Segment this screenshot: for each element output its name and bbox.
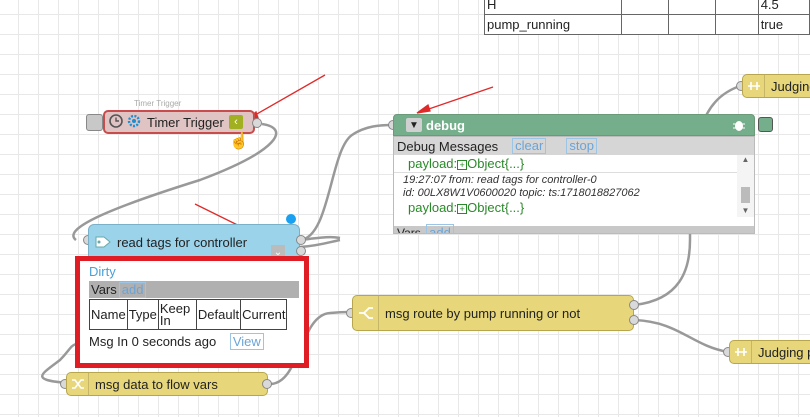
chevron-down-icon[interactable]: ▼ [406, 118, 422, 132]
add-var-button[interactable]: add [118, 281, 147, 298]
msg-route-label: msg route by pump running or not [385, 305, 581, 321]
expand-icon[interactable]: + [457, 204, 468, 214]
read-tags-node[interactable]: read tags for controller ⌄ [88, 224, 300, 260]
route-output-port-2[interactable] [629, 315, 639, 325]
node-state-panel: Dirty Vars add Name Type Keep In Default… [89, 264, 299, 361]
dirty-label: Dirty [89, 264, 116, 279]
timer-node-label: Timer Trigger [147, 114, 224, 130]
vars-header: Vars add [89, 281, 299, 298]
bug-icon [732, 118, 746, 135]
table-row: pump_running true [483, 14, 810, 35]
object-expander[interactable]: Object{...} [467, 156, 524, 171]
debug-panel-header: Debug Messages clear stop [394, 137, 754, 155]
debug-panel-title: Debug Messages [397, 138, 499, 154]
tag-icon [95, 236, 111, 251]
judging-top-label: Judging [771, 78, 810, 94]
msg-data-label: msg data to flow vars [95, 376, 218, 392]
status-line: Msg In 0 seconds ago View [89, 333, 299, 350]
msg-data-node[interactable]: msg data to flow vars [66, 372, 268, 396]
timer-inject-button[interactable] [86, 114, 103, 131]
read-output-port[interactable] [296, 235, 306, 245]
debug-toggle-button[interactable] [758, 117, 773, 132]
annotation-arrow-timer [247, 74, 326, 120]
table-header-row: Name Type Keep In Default Current [89, 299, 288, 330]
debug-node-label: debug [426, 117, 465, 133]
debug-node[interactable]: ▼ debug [393, 114, 755, 136]
node-state-panel-highlight: Dirty Vars add Name Type Keep In Default… [75, 256, 309, 368]
chevron-left-icon[interactable]: ‹ [229, 115, 243, 129]
shuffle-icon [67, 373, 89, 395]
timer-node-caption: Timer Trigger [134, 99, 182, 108]
scroll-up-icon[interactable]: ▲ [737, 155, 754, 164]
variables-table: H 4.5 pump_running true [483, 0, 810, 35]
debug-scrollbar[interactable]: ▲ ▼ [737, 155, 754, 217]
debug-message-meta: 19:27:07 from: read tags for controller-… [403, 174, 640, 199]
msgdata-output-port[interactable] [262, 379, 272, 389]
changed-indicator-dot [286, 214, 296, 224]
msg-route-node[interactable]: msg route by pump running or not [352, 295, 634, 331]
debug-vars-footer: Vars add [394, 224, 754, 233]
hand-cursor-icon: ☝ [229, 133, 249, 150]
expand-icon[interactable]: + [457, 160, 468, 170]
switch-icon [353, 296, 379, 330]
scroll-down-icon[interactable]: ▼ [737, 206, 754, 215]
wire-read-to-debug [299, 123, 393, 242]
wire-read-extra [299, 238, 341, 249]
timer-output-port[interactable] [252, 118, 262, 128]
annotation-arrow-debug [419, 86, 494, 113]
clear-button[interactable]: clear [512, 138, 547, 154]
table-row: H 4.5 [483, 0, 810, 15]
debug-message: payload: + Object{...} [408, 156, 525, 171]
read-node-label: read tags for controller [117, 235, 248, 250]
stop-button[interactable]: stop [566, 138, 597, 154]
gear-icon [127, 114, 141, 131]
debug-message: payload: + Object{...} [408, 200, 525, 215]
vars-table: Name Type Keep In Default Current [89, 299, 288, 330]
debug-messages-panel: Debug Messages clear stop payload: + Objec… [393, 136, 755, 234]
judging-bottom-node[interactable]: Judging p [729, 340, 810, 364]
scrollbar-thumb[interactable] [741, 187, 750, 203]
clock-icon [109, 113, 123, 131]
view-button[interactable]: View [229, 333, 264, 350]
route-output-port-1[interactable] [629, 300, 639, 310]
judging-top-node[interactable]: Judging [742, 74, 810, 98]
judging-bottom-label: Judging p [758, 344, 810, 360]
function-icon [743, 75, 765, 97]
read-output-port-2[interactable] [296, 246, 306, 256]
object-expander[interactable]: Object{...} [467, 200, 524, 215]
function-icon [730, 341, 752, 363]
add-var-button[interactable]: add [426, 224, 454, 233]
status-text: Msg In 0 seconds ago [89, 334, 217, 349]
wire-route-to-judging-bottom [633, 318, 729, 354]
